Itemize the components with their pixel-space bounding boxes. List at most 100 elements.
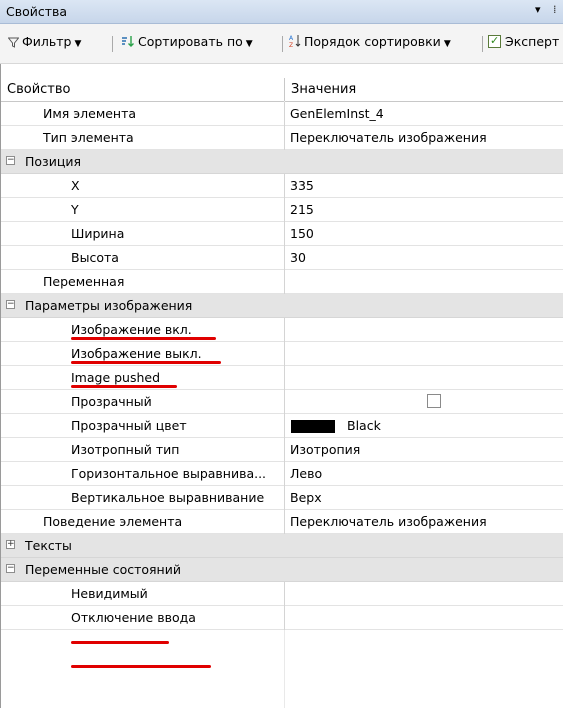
property-row-height[interactable]: Высота 30 [1,246,563,270]
property-value[interactable]: Верх [290,490,322,505]
property-value[interactable]: Black [347,418,381,433]
property-name: Переменная [43,274,125,289]
cell-divider [284,366,285,390]
cell-divider [284,582,285,606]
annotation-underline [71,385,177,388]
cell-divider [284,198,285,222]
property-row-input-disable[interactable]: Отключение ввода [1,606,563,630]
cell-divider [284,510,285,534]
property-value[interactable]: Переключатель изображения [290,130,487,145]
sort-order-icon: AZ [289,35,301,48]
annotation-underline [71,361,221,364]
property-row-transparent[interactable]: Прозрачный [1,390,563,414]
cell-divider [284,606,285,630]
svg-text:A: A [289,35,294,42]
property-row-x[interactable]: X 335 [1,174,563,198]
property-name: Ширина [71,226,125,241]
property-value[interactable]: Изотропия [290,442,360,457]
cell-divider [284,246,285,270]
svg-text:Z: Z [289,42,293,48]
cell-divider [284,318,285,342]
property-row-invisible[interactable]: Невидимый [1,582,563,606]
expert-label: Эксперт [505,34,560,49]
filter-label: Фильтр [22,34,72,49]
panel-title: Свойства [6,4,68,19]
sort-order-label: Порядок сортировки [304,34,441,49]
property-value[interactable]: 215 [290,202,314,217]
cell-divider [284,438,285,462]
cell-divider [284,222,285,246]
property-name: Image pushed [71,370,161,385]
panel-pin-icon[interactable]: ⁞ [553,3,557,16]
expert-toggle[interactable]: Эксперт [488,34,559,49]
chevron-down-icon: ▼ [443,39,451,49]
toolbar-separator [282,36,283,52]
property-row-isotropic-type[interactable]: Изотропный тип Изотропия [1,438,563,462]
property-row-vertical-alignment[interactable]: Вертикальное выравнивание Верх [1,486,563,510]
property-row-element-type[interactable]: Тип элемента Переключатель изображения [1,126,563,150]
property-grid: Свойство Значения Имя элемента GenElemIn… [0,64,563,708]
category-state-variables[interactable]: − Переменные состояний [1,558,563,582]
property-name: Тип элемента [43,130,134,145]
property-value[interactable]: GenElemInst_4 [290,106,384,121]
property-row-element-behavior[interactable]: Поведение элемента Переключатель изображ… [1,510,563,534]
collapse-icon[interactable]: − [6,300,15,309]
filter-icon [8,37,19,48]
cell-divider [284,174,285,198]
cell-divider [284,126,285,150]
property-name: Прозрачный [71,394,152,409]
filter-button[interactable]: Фильтр ▼ [8,34,81,49]
annotation-underline [71,665,211,668]
category-position[interactable]: − Позиция [1,150,563,174]
property-name: Поведение элемента [43,514,183,529]
annotation-underline [71,641,169,644]
property-value[interactable]: Лево [290,466,322,481]
category-image-parameters[interactable]: − Параметры изображения [1,294,563,318]
property-row-width[interactable]: Ширина 150 [1,222,563,246]
values-column-header[interactable]: Значения [291,82,356,97]
property-row-y[interactable]: Y 215 [1,198,563,222]
collapse-icon[interactable]: − [6,156,15,165]
collapse-icon[interactable]: − [6,564,15,573]
property-name: X [71,178,80,193]
property-name: Y [71,202,79,217]
chevron-down-icon: ▼ [245,39,253,49]
cell-divider [284,102,285,126]
property-name: Изотропный тип [71,442,180,457]
property-name: Горизонтальное выравнива... [71,466,267,481]
sort-by-label: Сортировать по [138,34,243,49]
toolbar-separator [112,36,113,52]
property-name: Отключение ввода [71,610,196,625]
category-label: Переменные состояний [25,562,181,577]
cell-divider [284,486,285,510]
chevron-down-icon: ▼ [74,39,82,49]
property-row-transparent-color[interactable]: Прозрачный цвет Black [1,414,563,438]
sort-by-button[interactable]: Сортировать по ▼ [121,34,253,49]
property-column-header[interactable]: Свойство [7,82,70,97]
property-row-variable[interactable]: Переменная [1,270,563,294]
cell-divider [284,390,285,414]
property-name: Изображение вкл. [71,322,192,337]
property-value[interactable]: 30 [290,250,306,265]
property-row-element-name[interactable]: Имя элемента GenElemInst_4 [1,102,563,126]
properties-toolbar: Фильтр ▼ Сортировать по ▼ A Z Порядок сортир… [0,24,563,64]
category-texts[interactable]: + Тексты [1,534,563,558]
panel-menu-icon[interactable]: ▾ [535,3,541,16]
property-value[interactable]: 335 [290,178,314,193]
property-row-horizontal-alignment[interactable]: Горизонтальное выравнива... Лево [1,462,563,486]
annotation-underline [71,337,216,340]
properties-title-bar: Свойства ▾ ⁞ [0,0,563,24]
toolbar-separator [482,36,483,52]
property-value[interactable]: 150 [290,226,314,241]
expand-icon[interactable]: + [6,540,15,549]
cell-divider [284,270,285,294]
expert-checkbox[interactable] [488,34,501,48]
property-name: Прозрачный цвет [71,418,187,433]
sort-order-button[interactable]: A Z Порядок сортировки ▼ [289,34,451,49]
property-value[interactable]: Переключатель изображения [290,514,487,529]
column-divider[interactable] [284,78,285,101]
color-swatch [291,420,335,433]
property-name: Невидимый [71,586,148,601]
cell-divider [284,462,285,486]
transparent-checkbox[interactable] [427,394,441,408]
